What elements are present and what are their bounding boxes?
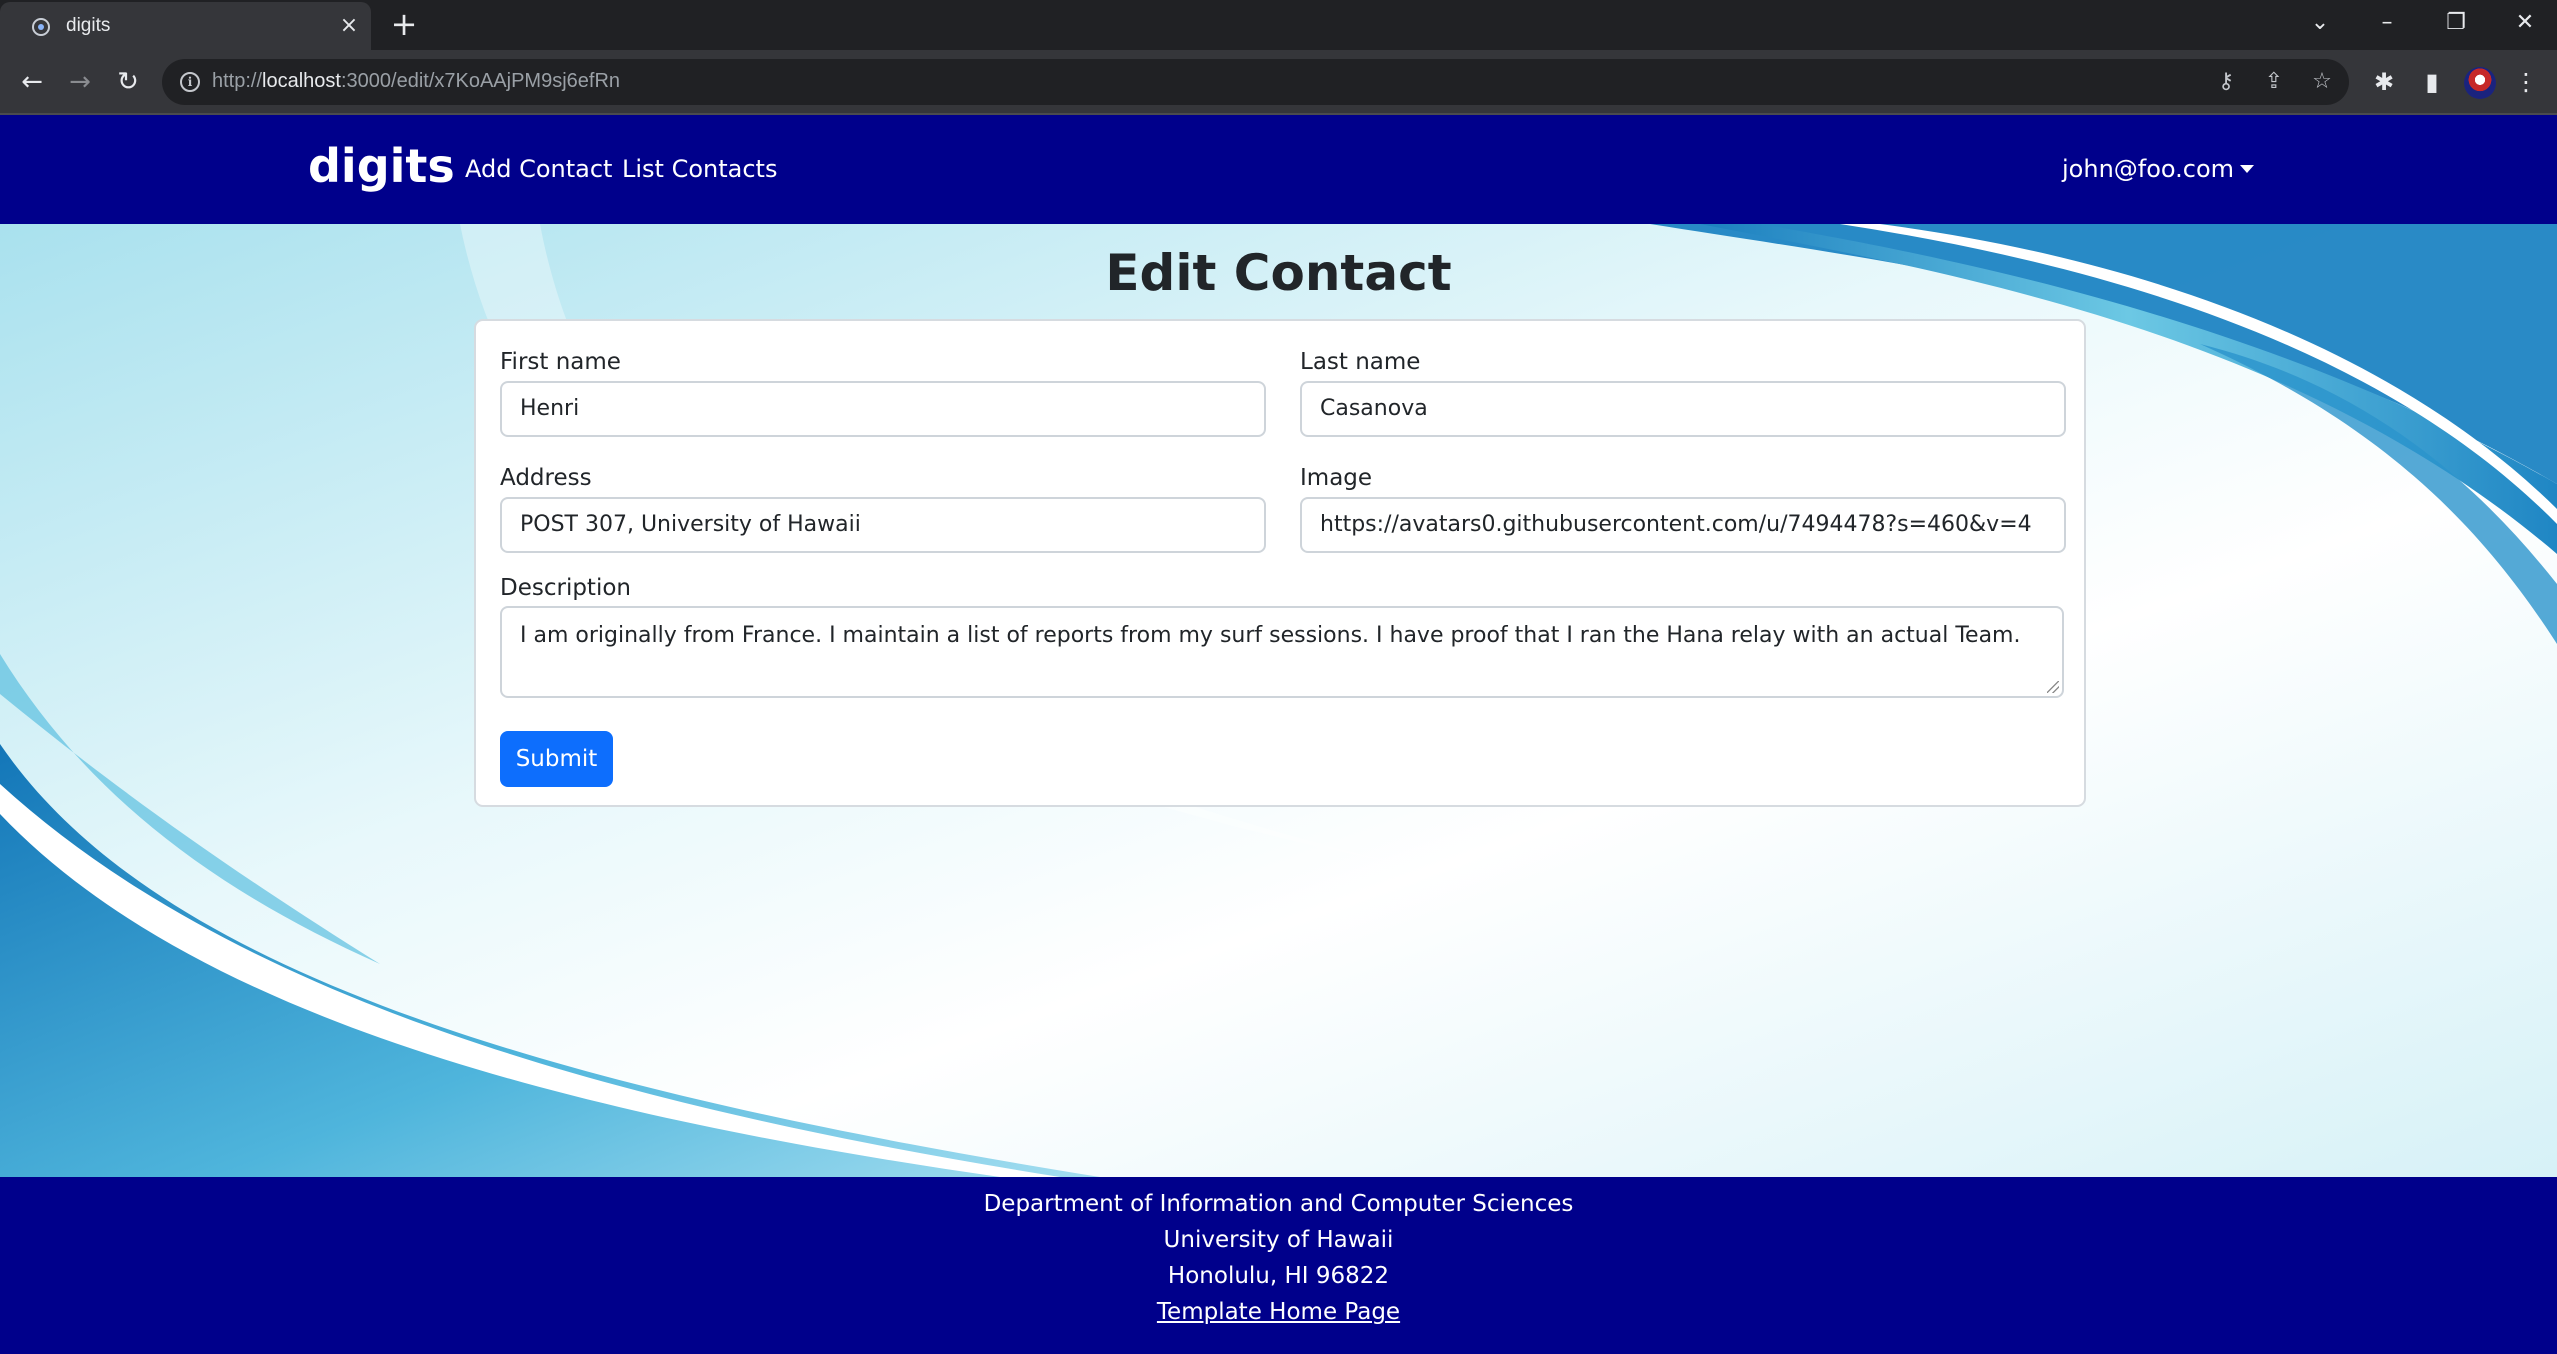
description-label: Description [500, 575, 631, 601]
page-footer: Department of Information and Computer S… [0, 1177, 2557, 1354]
submit-button[interactable]: Submit [500, 731, 613, 787]
url-text[interactable]: http://localhost:3000/edit/x7KoAAjPM9sj6… [212, 70, 620, 93]
nav-list-contacts[interactable]: List Contacts [622, 155, 777, 183]
brand-logo[interactable]: digits [308, 139, 455, 193]
url-host: localhost [262, 70, 341, 92]
image-url-field[interactable]: https://avatars0.githubusercontent.com/u… [1300, 497, 2066, 553]
first-name-field[interactable]: Henri [500, 381, 1266, 437]
tab-search-icon[interactable]: ⌄ [2300, 6, 2340, 40]
new-tab-button[interactable]: + [388, 8, 420, 41]
tab-title: digits [66, 15, 111, 36]
address-field[interactable]: POST 307, University of Hawaii [500, 497, 1266, 553]
address-label: Address [500, 465, 592, 491]
browser-menu-icon[interactable]: ⋮ [2508, 64, 2544, 100]
share-icon[interactable]: ⇪ [2260, 68, 2288, 96]
window-close-icon[interactable]: ✕ [2505, 6, 2545, 40]
extensions-puzzle-icon[interactable]: ✱ [2366, 64, 2402, 100]
site-info-icon[interactable]: i [180, 72, 200, 92]
image-label: Image [1300, 465, 1373, 491]
page-title: Edit Contact [1105, 244, 1452, 302]
footer-department: Department of Information and Computer S… [983, 1191, 1574, 1217]
bookmark-star-icon[interactable]: ☆ [2308, 68, 2336, 96]
profile-avatar[interactable] [2464, 67, 2496, 99]
last-name-label: Last name [1300, 349, 1421, 375]
edit-contact-form: First name Henri Last name Casanova Addr… [474, 319, 2086, 807]
back-icon[interactable]: ← [14, 64, 50, 100]
app-navbar: digits Add Contact List Contacts john@fo… [0, 115, 2557, 224]
browser-toolbar: ← → ↻ i http://localhost:3000/edit/x7KoA… [0, 50, 2557, 114]
tab-favicon-icon [32, 18, 50, 36]
user-email: john@foo.com [2062, 155, 2235, 183]
key-icon[interactable]: ⚷ [2212, 68, 2240, 96]
minimize-icon[interactable]: – [2367, 6, 2407, 40]
tab-close-icon[interactable]: × [336, 13, 362, 39]
description-text: I am originally from France. I maintain … [520, 623, 2021, 648]
address-bar[interactable]: i http://localhost:3000/edit/x7KoAAjPM9s… [162, 59, 2349, 105]
footer-address: Honolulu, HI 96822 [1167, 1263, 1390, 1289]
url-scheme: http:// [212, 70, 263, 92]
last-name-field[interactable]: Casanova [1300, 381, 2066, 437]
forward-icon[interactable]: → [62, 64, 98, 100]
first-name-label: First name [500, 349, 621, 375]
template-home-link[interactable]: Template Home Page [1157, 1299, 1400, 1325]
browser-tab-strip: digits × + ⌄ – ❐ ✕ [0, 0, 2557, 50]
resize-handle-icon[interactable] [2047, 681, 2059, 693]
nav-add-contact[interactable]: Add Contact [465, 155, 612, 183]
caret-down-icon [2240, 165, 2255, 173]
web-page: digits Add Contact List Contacts john@fo… [0, 115, 2557, 1354]
user-dropdown[interactable]: john@foo.com [2062, 155, 2255, 183]
form-background: Edit Contact First name Henri Last name … [0, 224, 2557, 1177]
url-path: :3000/edit/x7KoAAjPM9sj6efRn [340, 70, 621, 92]
restore-icon[interactable]: ❐ [2436, 6, 2476, 40]
description-textarea[interactable]: I am originally from France. I maintain … [500, 606, 2064, 698]
browser-tab[interactable]: digits × [0, 2, 371, 50]
side-panel-icon[interactable]: ▮ [2414, 64, 2450, 100]
reload-icon[interactable]: ↻ [110, 64, 146, 100]
footer-university: University of Hawaii [1163, 1227, 1394, 1253]
